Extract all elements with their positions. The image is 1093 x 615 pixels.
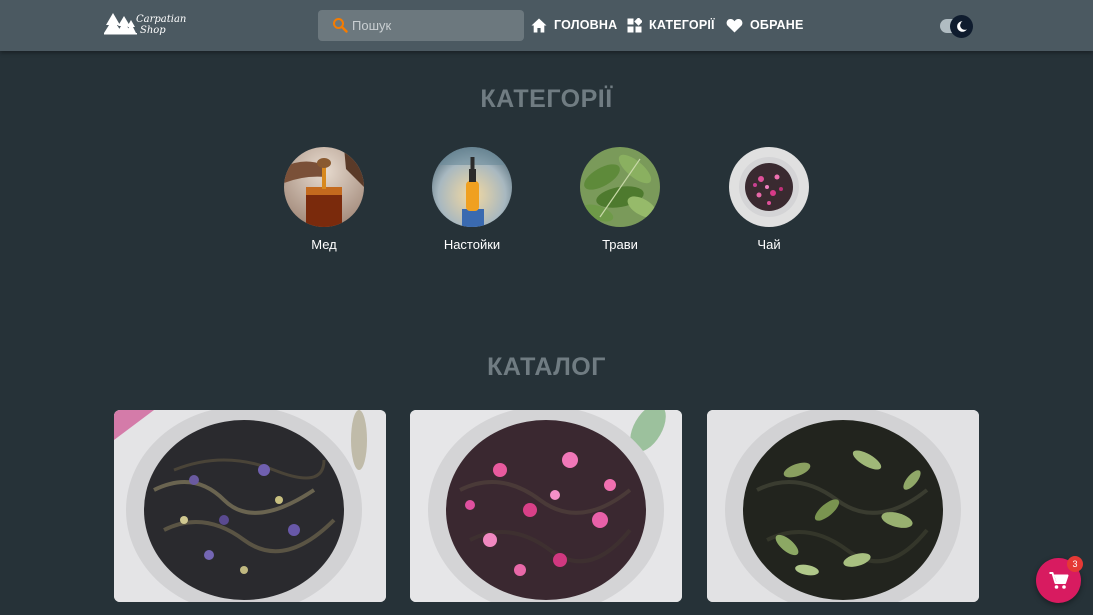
category-label: Настойки <box>443 237 501 252</box>
shop-logo[interactable]: Carpatian Shop <box>104 11 188 39</box>
honey-jar-image <box>284 147 364 227</box>
logo-line-2: Shop <box>140 25 166 36</box>
herb-leaves-image <box>580 147 660 227</box>
tea-rose-image <box>729 147 809 227</box>
theme-toggle[interactable] <box>940 14 974 38</box>
categories-title: КАТЕГОРІЇ <box>480 85 613 113</box>
cart-count-badge: 3 <box>1067 556 1083 572</box>
nav-favorites-link[interactable]: ОБРАНЕ <box>726 16 804 34</box>
theme-toggle-thumb <box>950 15 973 38</box>
category-label: Чай <box>757 237 781 252</box>
tea-rose-petals-image <box>410 410 682 602</box>
heart-icon <box>726 18 743 32</box>
tincture-bottle-image <box>432 147 512 227</box>
category-label: Мед <box>311 237 337 252</box>
search-icon <box>333 18 348 33</box>
catalog-title: КАТАЛОГ <box>487 353 606 381</box>
product-card[interactable] <box>410 410 682 602</box>
nav-categories-label: КАТЕГОРІЇ <box>649 18 715 32</box>
tea-cornflower-image <box>114 410 386 602</box>
search-box[interactable] <box>318 10 524 41</box>
category-tea[interactable]: Чай <box>719 147 819 252</box>
product-card[interactable] <box>114 410 386 602</box>
category-herbs[interactable]: Трави <box>570 147 670 252</box>
widgets-icon <box>627 17 642 32</box>
nav-categories-link[interactable]: КАТЕГОРІЇ <box>627 16 715 34</box>
product-card[interactable] <box>707 410 979 602</box>
tea-mint-image <box>707 410 979 602</box>
category-label: Трави <box>602 237 638 252</box>
nav-home-label: ГОЛОВНА <box>554 18 618 32</box>
logo-wordmark: Carpatian Shop <box>136 14 186 36</box>
pine-trees-logo-icon <box>104 13 137 35</box>
search-input[interactable] <box>352 10 518 41</box>
nav-favorites-label: ОБРАНЕ <box>750 18 804 32</box>
logo-line-1: Carpatian <box>136 14 187 25</box>
nav-home-link[interactable]: ГОЛОВНА <box>531 16 617 34</box>
category-honey[interactable]: Мед <box>274 147 374 252</box>
top-app-bar: Carpatian Shop ГОЛОВНА КАТЕГОРІЇ ОБРАНЕ <box>0 0 1093 51</box>
moon-icon <box>957 21 967 32</box>
cart-icon <box>1049 571 1068 589</box>
home-icon <box>531 18 547 32</box>
category-tinctures[interactable]: Настойки <box>422 147 522 252</box>
cart-button[interactable]: 3 <box>1036 556 1083 603</box>
